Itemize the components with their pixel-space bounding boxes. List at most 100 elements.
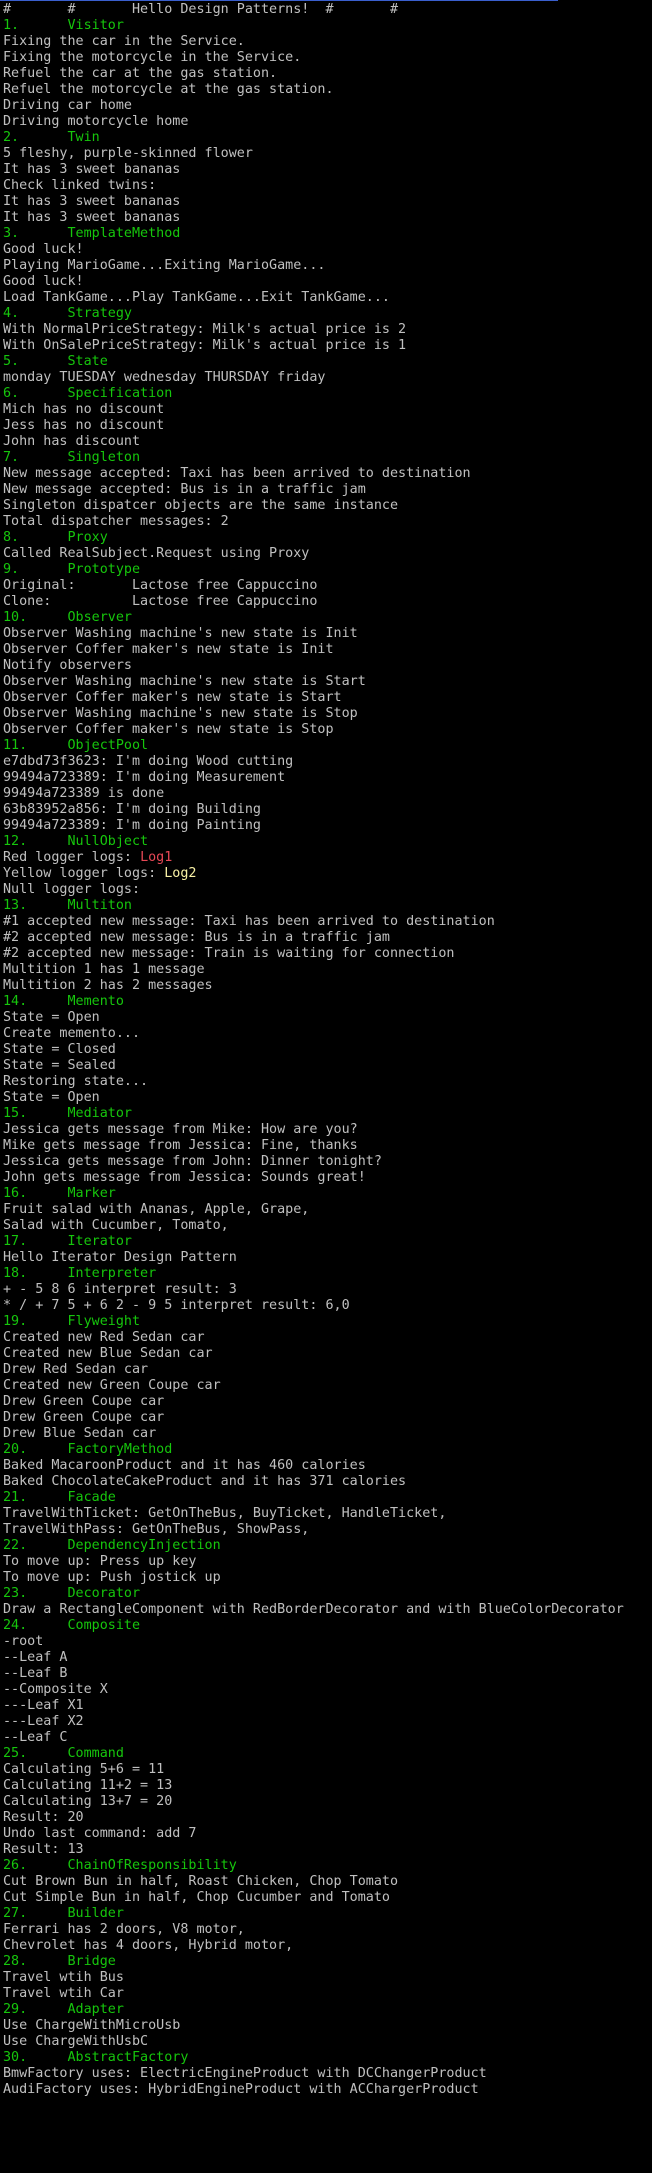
output-line: Jessica gets message from Mike: How are …: [3, 1122, 358, 1137]
output-line: Use ChargeWithUsbC: [3, 2034, 149, 2049]
output-line: e7dbd73f3623: I'm doing Wood cutting: [3, 754, 294, 769]
output-line: Baked MacaroonProduct and it has 460 cal…: [3, 1458, 366, 1473]
section-title: Command: [67, 1746, 124, 1761]
output-line: #1 accepted new message: Taxi has been a…: [3, 914, 495, 929]
output-line: Baked ChocolateCakeProduct and it has 37…: [3, 1474, 407, 1489]
tab-spacer: [27, 994, 67, 1009]
section-heading: 16. Marker: [3, 1186, 652, 1202]
output-line: Drew Red Sedan car: [3, 1362, 149, 1377]
output-line: It has 3 sweet bananas: [3, 194, 181, 209]
tab-spacer: [27, 1586, 67, 1601]
section-heading: 5. State: [3, 354, 652, 370]
output-line: Null logger logs:: [3, 882, 141, 897]
tab-spacer: [19, 18, 67, 33]
output-line: --Composite X: [3, 1682, 108, 1697]
output-line: Jess has no discount: [3, 418, 165, 433]
section-title: NullObject: [67, 834, 149, 849]
output-line: TravelWithTicket: GetOnTheBus, BuyTicket…: [3, 1506, 447, 1521]
section-title: Mediator: [67, 1106, 133, 1121]
output-line: Fixing the motorcycle in the Service.: [3, 50, 302, 65]
section-heading: 30. AbstractFactory: [3, 2050, 652, 2066]
section-title: FactoryMethod: [67, 1442, 173, 1457]
output-line: It has 3 sweet bananas: [3, 162, 181, 177]
output-line: Mich has no discount: [3, 402, 165, 417]
output-line: Driving motorcycle home: [3, 114, 189, 129]
section-title: Strategy: [67, 306, 133, 321]
tab-spacer: [19, 306, 67, 321]
output-line: With OnSalePriceStrategy: Milk's actual …: [3, 338, 407, 353]
section-title: Iterator: [67, 1234, 133, 1249]
section-title: DependencyInjection: [67, 1538, 221, 1553]
section-title: Twin: [67, 130, 100, 145]
section-title: Flyweight: [67, 1314, 141, 1329]
section-number: 18.: [3, 1266, 28, 1281]
section-title: Proxy: [67, 530, 108, 545]
tab-spacer: [27, 1618, 67, 1633]
yellow-log-value: Log2: [164, 866, 197, 881]
console-output: # # Hello Design Patterns! # # 1. Visito…: [3, 2, 652, 2098]
output-line: Singleton dispatcer objects are the same…: [3, 498, 399, 513]
output-line: New message accepted: Taxi has been arri…: [3, 466, 471, 481]
output-line: Multition 2 has 2 messages: [3, 978, 213, 993]
tab-spacer: [27, 1314, 67, 1329]
output-line: Created new Red Sedan car: [3, 1330, 205, 1345]
section-number: 7.: [3, 450, 20, 465]
tab-spacer: [19, 226, 67, 241]
section-title: ChainOfResponsibility: [67, 1858, 237, 1873]
section-title: AbstractFactory: [67, 2050, 189, 2065]
section-heading: 10. Observer: [3, 610, 652, 626]
tab-spacer: [19, 450, 67, 465]
section-number: 11.: [3, 738, 28, 753]
section-number: 23.: [3, 1586, 28, 1601]
section-number: 16.: [3, 1186, 28, 1201]
output-line: Load TankGame...Play TankGame...Exit Tan…: [3, 290, 390, 305]
output-line: Fixing the car in the Service.: [3, 34, 245, 49]
output-line: Check linked twins:: [3, 178, 157, 193]
section-title: Interpreter: [67, 1266, 157, 1281]
selection-rule: [0, 0, 558, 1]
tab-spacer: [27, 1490, 67, 1505]
section-title: Singleton: [67, 450, 141, 465]
output-line: #2 accepted new message: Bus is in a tra…: [3, 930, 390, 945]
console-header: # # Hello Design Patterns! # #: [3, 2, 399, 17]
output-line: Refuel the motorcycle at the gas station…: [3, 82, 334, 97]
output-line: 99494a723389 is done: [3, 786, 165, 801]
output-line: State = Open: [3, 1090, 100, 1105]
section-heading: 19. Flyweight: [3, 1314, 652, 1330]
section-title: Marker: [67, 1186, 116, 1201]
section-number: 13.: [3, 898, 28, 913]
tab-spacer: [27, 610, 67, 625]
section-title: Specification: [67, 386, 173, 401]
output-line: 5 fleshy, purple-skinned flower: [3, 146, 253, 161]
console-window[interactable]: # # Hello Design Patterns! # # 1. Visito…: [0, 0, 652, 2173]
logger-prefix: Red logger logs:: [3, 850, 141, 865]
section-title: Facade: [67, 1490, 116, 1505]
output-line: Refuel the car at the gas station.: [3, 66, 278, 81]
tab-spacer: [27, 1538, 67, 1553]
section-heading: 28. Bridge: [3, 1954, 652, 1970]
output-line: John has discount: [3, 434, 141, 449]
section-heading: 2. Twin: [3, 130, 652, 146]
output-line: Created new Green Coupe car: [3, 1378, 221, 1393]
section-number: 26.: [3, 1858, 28, 1873]
section-number: 5.: [3, 354, 20, 369]
output-line: TravelWithPass: GetOnTheBus, ShowPass,: [3, 1522, 310, 1537]
output-line: monday TUESDAY wednesday THURSDAY friday: [3, 370, 326, 385]
section-heading: 13. Multiton: [3, 898, 652, 914]
output-line: --Leaf C: [3, 1730, 68, 1745]
output-line: Drew Green Coupe car: [3, 1410, 165, 1425]
section-title: Prototype: [67, 562, 141, 577]
section-number: 25.: [3, 1746, 28, 1761]
section-title: ObjectPool: [67, 738, 149, 753]
tab-spacer: [27, 898, 67, 913]
logger-prefix: Yellow logger logs:: [3, 866, 165, 881]
output-line: Observer Washing machine's new state is …: [3, 706, 358, 721]
section-heading: 23. Decorator: [3, 1586, 652, 1602]
output-line: Driving car home: [3, 98, 132, 113]
tab-spacer: [19, 386, 67, 401]
tab-spacer: [27, 1906, 67, 1921]
output-line: Cut Simple Bun in half, Chop Cucumber an…: [3, 1890, 390, 1905]
section-heading: 4. Strategy: [3, 306, 652, 322]
output-line: BmwFactory uses: ElectricEngineProduct w…: [3, 2066, 487, 2081]
tab-spacer: [19, 562, 67, 577]
